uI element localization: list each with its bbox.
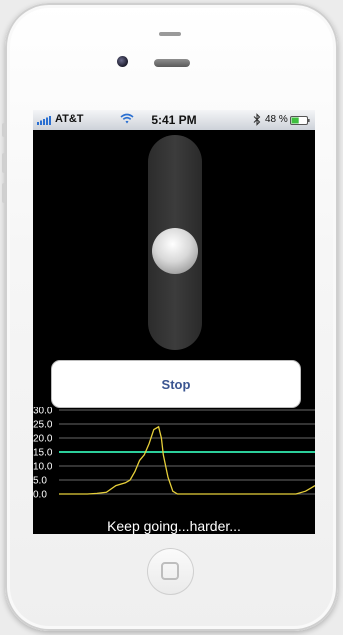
feedback-message: Keep going...harder...: [107, 518, 241, 534]
y-tick-label: 25.0: [33, 420, 53, 431]
screen: AT&T 5:41 PM 48 % Stop 30.0 25.0 20.0 15.0 1…: [33, 110, 315, 534]
status-bar: AT&T 5:41 PM 48 %: [33, 110, 315, 130]
y-tick-label: 0.0: [33, 490, 47, 501]
mute-switch: [2, 123, 6, 137]
y-axis-ticks: 30.0 25.0 20.0 15.0 10.0 5.0 0.0: [33, 407, 53, 501]
front-camera: [117, 56, 128, 67]
series-line: [59, 425, 315, 495]
slider-knob[interactable]: [152, 228, 198, 274]
home-square-icon: [161, 562, 179, 580]
y-tick-label: 5.0: [33, 476, 47, 487]
battery-percentage: 48 %: [265, 114, 288, 125]
y-tick-label: 20.0: [33, 434, 53, 445]
volume-up-button: [2, 153, 6, 173]
volume-down-button: [2, 183, 6, 203]
earpiece-speaker: [154, 59, 190, 67]
y-tick-label: 10.0: [33, 462, 53, 473]
sleep-button: [159, 32, 181, 36]
bluetooth-icon: [253, 113, 261, 126]
y-tick-label: 15.0: [33, 448, 53, 459]
stop-button[interactable]: Stop: [51, 360, 301, 408]
force-chart: 30.0 25.0 20.0 15.0 10.0 5.0 0.0: [33, 407, 315, 501]
battery-icon: [290, 116, 310, 125]
y-tick-label: 30.0: [33, 407, 53, 417]
